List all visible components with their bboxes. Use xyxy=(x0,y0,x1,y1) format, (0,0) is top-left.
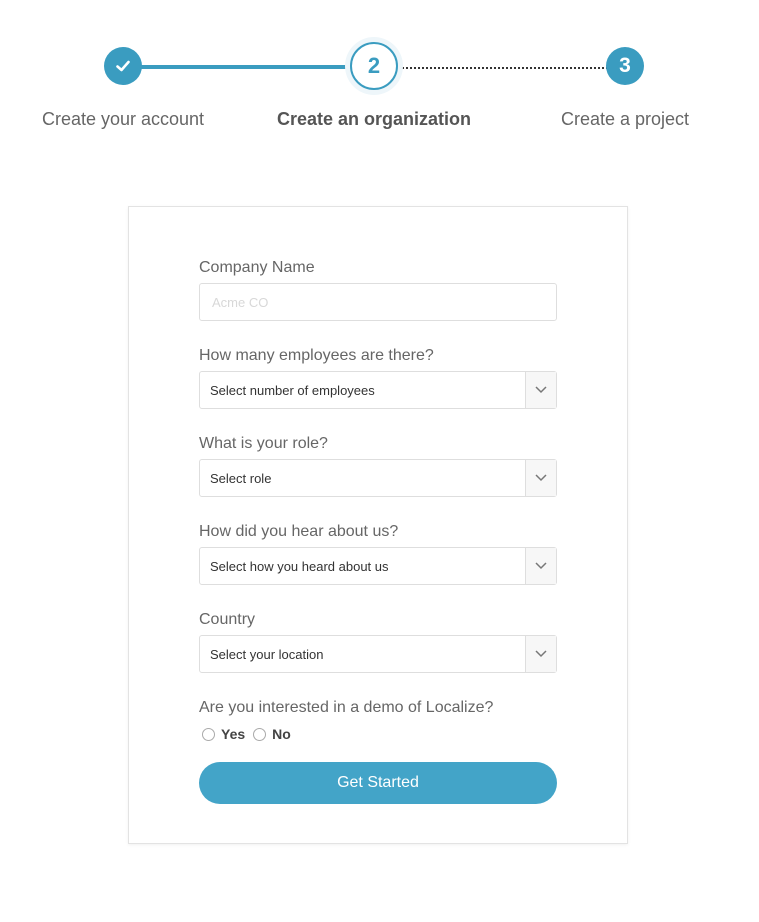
role-select[interactable]: Select role xyxy=(199,459,557,497)
country-label: Country xyxy=(199,611,256,628)
demo-no-label: No xyxy=(272,726,291,742)
chevron-down-icon xyxy=(535,386,547,394)
chevron-down-icon xyxy=(535,562,547,570)
organization-form: Company Name How many employees are ther… xyxy=(199,257,557,804)
role-label: What is your role? xyxy=(199,435,328,452)
role-select-value: Select role xyxy=(210,470,272,486)
company-name-label: Company Name xyxy=(199,259,315,276)
get-started-button[interactable]: Get Started xyxy=(199,762,557,804)
demo-yes-label: Yes xyxy=(221,726,246,742)
employees-select[interactable]: Select number of employees xyxy=(199,371,557,409)
role-select-toggle[interactable] xyxy=(525,460,556,496)
step-2-indicator: 2 xyxy=(350,42,398,90)
organization-form-card: Company Name How many employees are ther… xyxy=(128,206,628,844)
checkmark-icon xyxy=(116,60,130,72)
demo-option-yes[interactable]: Yes xyxy=(202,726,245,742)
stepper-line-pending xyxy=(398,67,608,69)
country-select-toggle[interactable] xyxy=(525,636,556,672)
step-3-indicator: 3 xyxy=(606,47,644,85)
heard-about-select[interactable]: Select how you heard about us xyxy=(199,547,557,585)
chevron-down-icon xyxy=(535,474,547,482)
demo-question-label: Are you interested in a demo of Localize… xyxy=(199,699,494,716)
heard-about-select-value: Select how you heard about us xyxy=(210,558,389,574)
chevron-down-icon xyxy=(535,650,547,658)
employees-label: How many employees are there? xyxy=(199,347,434,364)
demo-no-radio[interactable] xyxy=(253,727,267,741)
country-select-value: Select your location xyxy=(210,646,324,662)
step-2-label: Create an organization xyxy=(276,109,472,129)
heard-about-label: How did you hear about us? xyxy=(199,523,399,540)
stepper-line-completed xyxy=(140,65,352,69)
demo-option-no[interactable]: No xyxy=(253,726,291,742)
company-name-input[interactable] xyxy=(199,283,557,321)
step-1-label: Create your account xyxy=(41,109,205,129)
heard-about-select-toggle[interactable] xyxy=(525,548,556,584)
demo-radio-group: Yes No xyxy=(199,723,557,745)
step-1-indicator xyxy=(104,47,142,85)
employees-select-toggle[interactable] xyxy=(525,372,556,408)
demo-yes-radio[interactable] xyxy=(202,727,215,741)
progress-stepper: 2 3 Create your account Create an organi… xyxy=(0,0,759,160)
step-3-label: Create a project xyxy=(560,109,690,129)
employees-select-value: Select number of employees xyxy=(210,382,375,398)
country-select[interactable]: Select your location xyxy=(199,635,557,673)
